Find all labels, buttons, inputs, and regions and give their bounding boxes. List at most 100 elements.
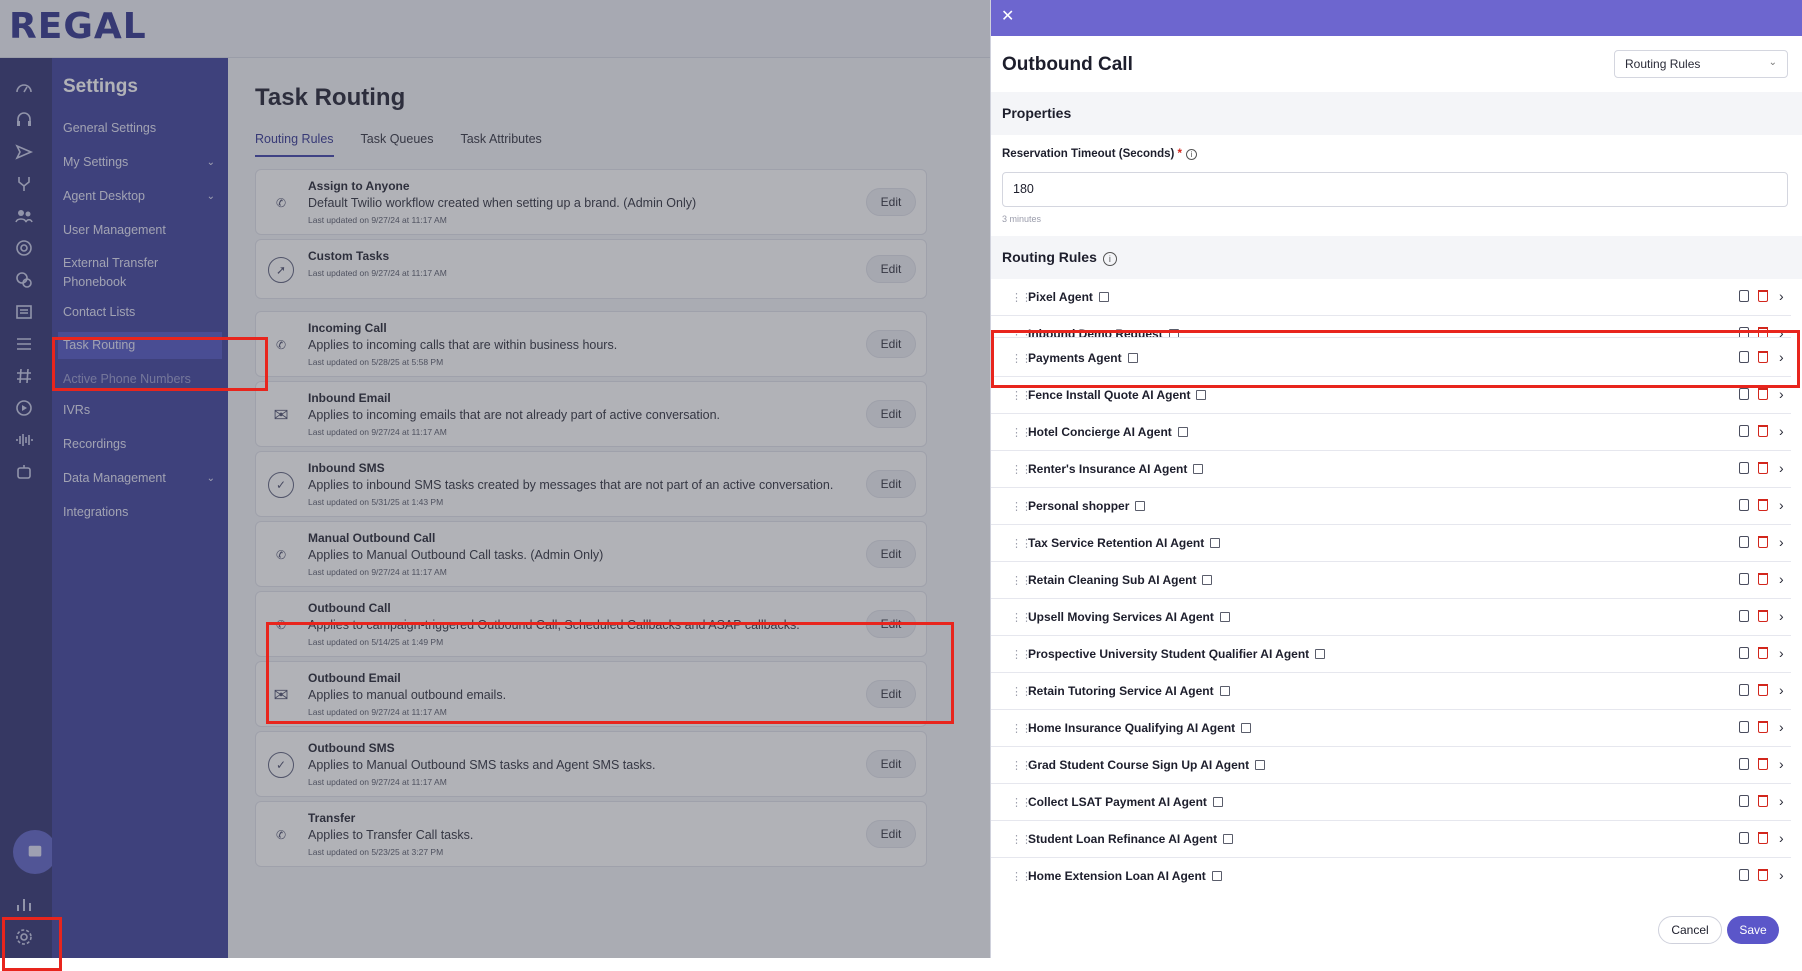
tab-task-queues[interactable]: Task Queues <box>361 132 434 157</box>
routing-rule-row[interactable]: ⋮⋮ Student Loan Refinance AI Agent › <box>991 821 1791 858</box>
chevron-right-icon[interactable]: › <box>1779 756 1784 772</box>
copy-icon[interactable] <box>1739 758 1749 770</box>
users-icon[interactable] <box>12 204 36 228</box>
chevron-right-icon[interactable]: › <box>1779 867 1784 883</box>
routing-rule-row[interactable]: ⋮⋮ Collect LSAT Payment AI Agent › <box>991 784 1791 821</box>
edit-button[interactable]: Edit <box>866 540 916 568</box>
edit-button[interactable]: Edit <box>866 680 916 708</box>
workflow-card[interactable]: ✓ Outbound SMS Applies to Manual Outboun… <box>255 731 927 797</box>
edit-button[interactable]: Edit <box>866 330 916 358</box>
edit-button[interactable]: Edit <box>866 610 916 638</box>
trash-icon[interactable] <box>1758 499 1768 511</box>
edit-icon[interactable] <box>1196 390 1207 400</box>
chevron-right-icon[interactable]: › <box>1779 386 1784 402</box>
chevron-right-icon[interactable]: › <box>1779 571 1784 587</box>
edit-button[interactable]: Edit <box>866 470 916 498</box>
waveform-icon[interactable] <box>12 428 36 452</box>
trash-icon[interactable] <box>1758 721 1768 733</box>
trash-icon[interactable] <box>1758 832 1768 844</box>
edit-icon[interactable] <box>1211 871 1222 881</box>
edit-icon[interactable] <box>1127 353 1138 363</box>
chevron-right-icon[interactable]: › <box>1779 608 1784 624</box>
copy-icon[interactable] <box>1739 573 1749 585</box>
chevron-right-icon[interactable]: › <box>1779 719 1784 735</box>
workflow-card[interactable]: ✆ Assign to Anyone Default Twilio workfl… <box>255 169 927 235</box>
tab-routing-rules[interactable]: Routing Rules <box>255 132 334 157</box>
chevron-right-icon[interactable]: › <box>1779 645 1784 661</box>
chevron-right-icon[interactable]: › <box>1779 682 1784 698</box>
edit-icon[interactable] <box>1177 427 1188 437</box>
edit-icon[interactable] <box>1223 834 1234 844</box>
trash-icon[interactable] <box>1758 647 1768 659</box>
edit-icon[interactable] <box>1241 723 1252 733</box>
routing-rule-row[interactable]: ⋮⋮ Fence Install Quote AI Agent › <box>991 377 1791 414</box>
edit-icon[interactable] <box>1219 686 1230 696</box>
copy-icon[interactable] <box>1739 462 1749 474</box>
chevron-right-icon[interactable]: › <box>1779 830 1784 846</box>
menu-item-external-transfer-phonebook[interactable]: External Transfer Phonebook <box>63 254 173 292</box>
chevron-right-icon[interactable]: › <box>1779 497 1784 513</box>
chevron-right-icon[interactable]: › <box>1779 793 1784 809</box>
menu-item-ivrs[interactable]: IVRs <box>63 401 215 420</box>
edit-icon[interactable] <box>1219 612 1230 622</box>
copy-icon[interactable] <box>1739 388 1749 400</box>
routing-rule-row[interactable]: ⋮⋮ Tax Service Retention AI Agent › <box>991 525 1791 562</box>
close-icon[interactable]: ✕ <box>1001 9 1014 25</box>
menu-item-my-settings[interactable]: My Settings ⌄ <box>63 153 215 172</box>
send-icon[interactable] <box>12 140 36 164</box>
trash-icon[interactable] <box>1758 795 1768 807</box>
menu-item-agent-desktop[interactable]: Agent Desktop ⌄ <box>63 187 215 206</box>
copy-icon[interactable] <box>1739 351 1749 363</box>
trash-icon[interactable] <box>1758 758 1768 770</box>
menu-item-user-management[interactable]: User Management <box>63 221 215 240</box>
workflow-card[interactable]: ✆ Manual Outbound Call Applies to Manual… <box>255 521 927 587</box>
cancel-button[interactable]: Cancel <box>1658 916 1722 944</box>
save-button[interactable]: Save <box>1727 916 1779 944</box>
trash-icon[interactable] <box>1758 290 1768 302</box>
info-icon[interactable]: i <box>1186 149 1198 160</box>
menu-item-general-settings[interactable]: General Settings <box>63 119 215 138</box>
edit-icon[interactable] <box>1135 501 1146 511</box>
routing-rule-row[interactable]: ⋮⋮ Prospective University Student Qualifi… <box>991 636 1791 673</box>
routing-rule-row-payments-agent[interactable]: ⋮⋮ Payments Agent › <box>991 340 1791 377</box>
edit-icon[interactable] <box>1212 797 1223 807</box>
play-icon[interactable] <box>12 396 36 420</box>
copy-icon[interactable] <box>1739 425 1749 437</box>
workflow-card-outbound-call[interactable]: ✆ Outbound Call Applies to campaign-trig… <box>255 591 927 657</box>
trash-icon[interactable] <box>1758 610 1768 622</box>
workflow-card[interactable]: ✉ Outbound Email Applies to manual outbo… <box>255 661 927 727</box>
trash-icon[interactable] <box>1758 536 1768 548</box>
workflow-card[interactable]: ➚ Custom Tasks Last updated on 9/27/24 a… <box>255 239 927 299</box>
menu-item-data-management[interactable]: Data Management ⌄ <box>63 469 215 488</box>
edit-icon[interactable] <box>1202 575 1213 585</box>
chevron-right-icon[interactable]: › <box>1779 423 1784 439</box>
copy-icon[interactable] <box>1739 647 1749 659</box>
menu-item-integrations[interactable]: Integrations <box>63 503 215 522</box>
copy-icon[interactable] <box>1739 832 1749 844</box>
copy-icon[interactable] <box>1739 721 1749 733</box>
routing-rule-row[interactable]: ⋮⋮ Retain Cleaning Sub AI Agent › <box>991 562 1791 599</box>
routing-rule-row[interactable]: ⋮⋮ Grad Student Course Sign Up AI Agent › <box>991 747 1791 784</box>
copy-icon[interactable] <box>1739 499 1749 511</box>
routing-rule-row[interactable]: ⋮⋮ Hotel Concierge AI Agent › <box>991 414 1791 451</box>
edit-button[interactable]: Edit <box>866 750 916 778</box>
list-icon[interactable] <box>12 332 36 356</box>
copy-icon[interactable] <box>1739 327 1749 337</box>
trash-icon[interactable] <box>1758 388 1768 400</box>
routing-rule-row[interactable]: ⋮⋮ Upsell Moving Services AI Agent › <box>991 599 1791 636</box>
routing-rule-row[interactable]: ⋮⋮ Renter's Insurance AI Agent › <box>991 451 1791 488</box>
trash-icon[interactable] <box>1758 869 1768 881</box>
routing-rule-row[interactable]: ⋮⋮ Inbound Demo Request › <box>991 316 1791 338</box>
dashboard-icon[interactable] <box>12 76 36 100</box>
trash-icon[interactable] <box>1758 425 1768 437</box>
copy-icon[interactable] <box>1739 869 1749 881</box>
regal-logo[interactable]: REGAL <box>9 6 147 47</box>
chat-icon[interactable] <box>12 268 36 292</box>
edit-icon[interactable] <box>1255 760 1266 770</box>
routing-rule-row[interactable]: ⋮⋮ Home Extension Loan AI Agent › <box>991 858 1791 895</box>
menu-item-task-routing[interactable]: Task Routing <box>58 332 222 359</box>
routing-rule-row[interactable]: ⋮⋮ Pixel Agent › <box>991 279 1791 316</box>
edit-icon[interactable] <box>1098 292 1109 302</box>
edit-icon[interactable] <box>1210 538 1221 548</box>
trash-icon[interactable] <box>1758 684 1768 696</box>
